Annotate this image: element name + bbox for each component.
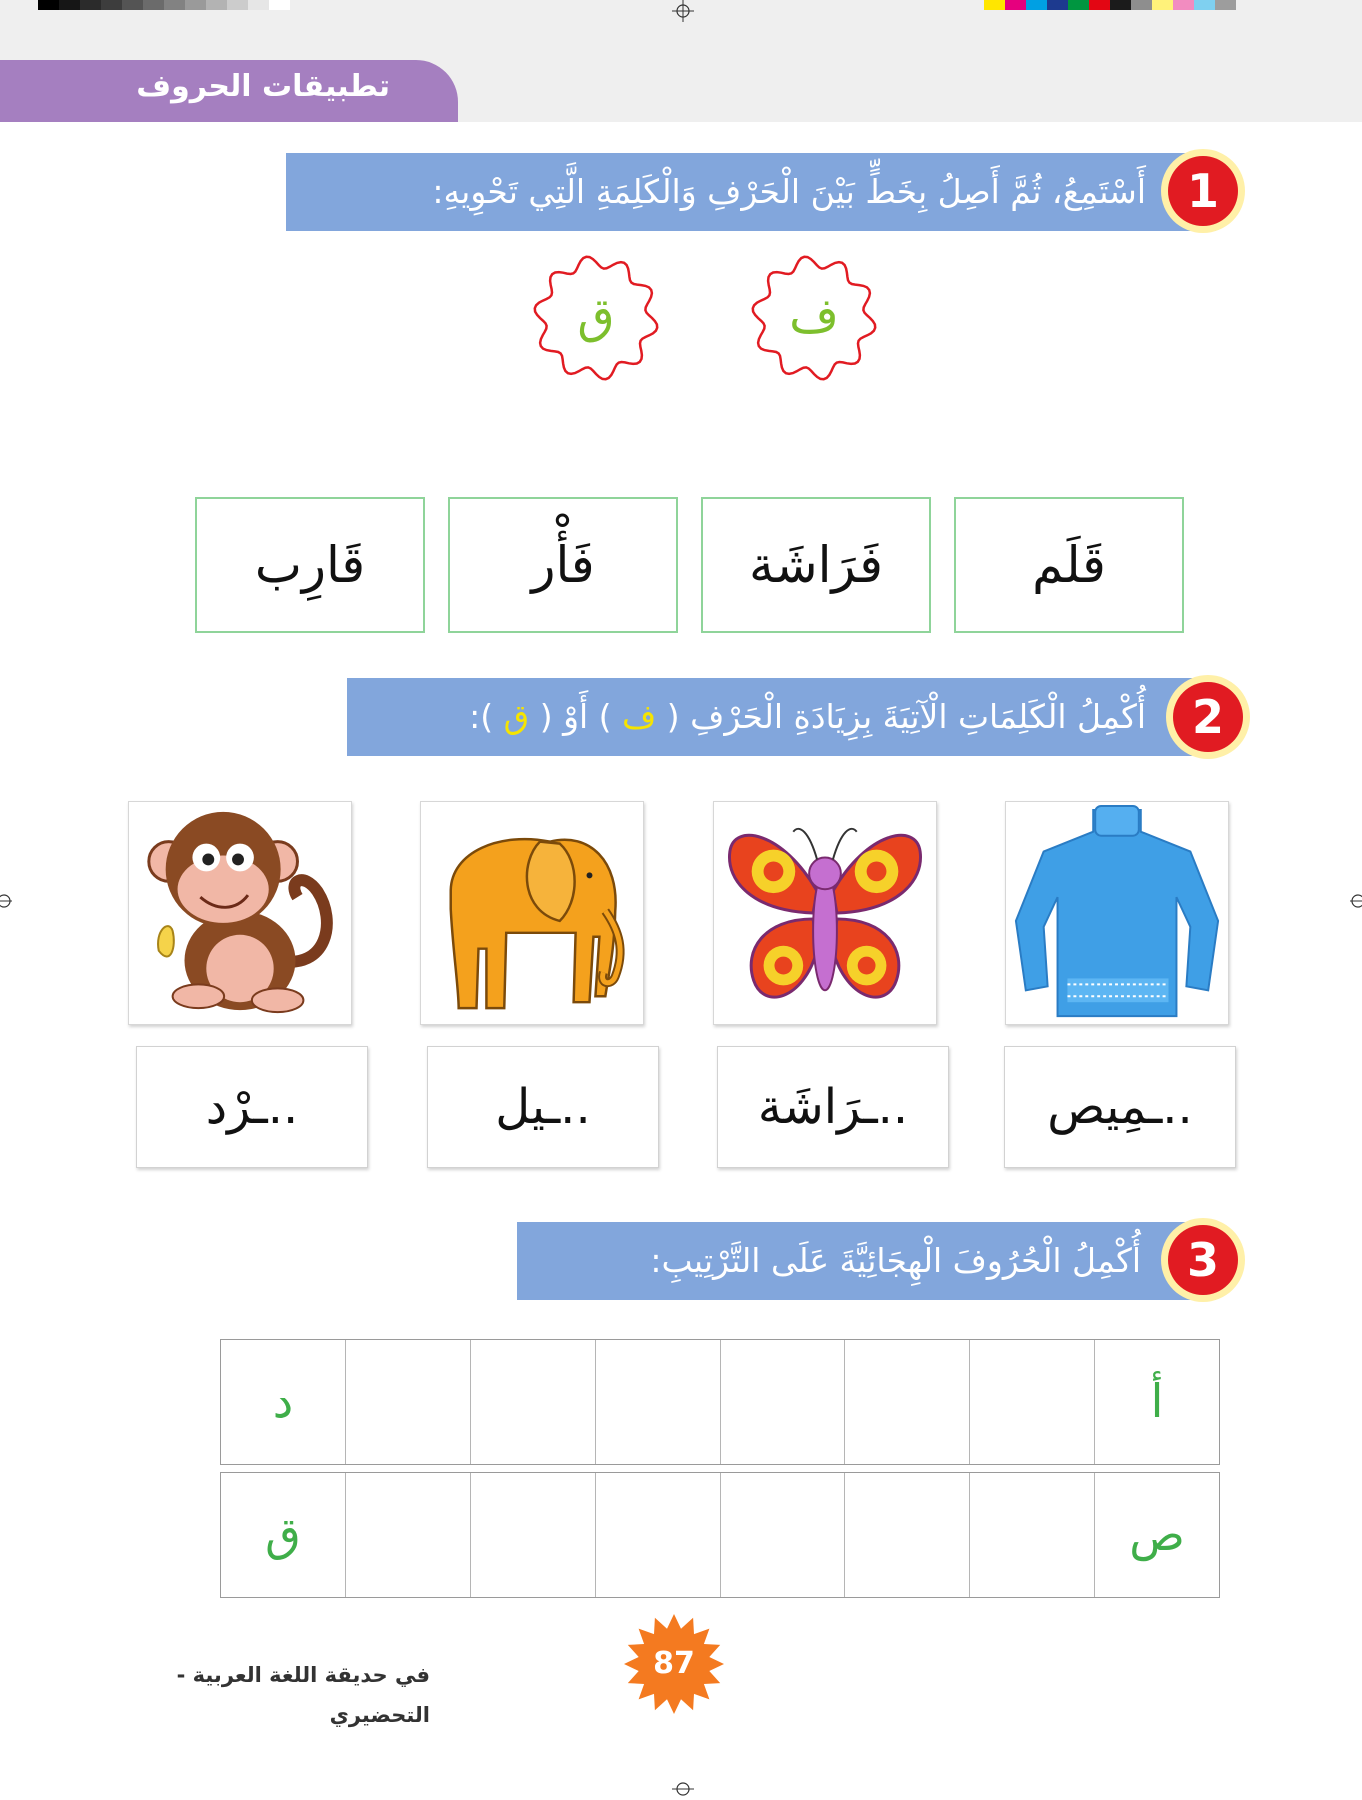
color-swatch [185, 0, 206, 10]
registration-mark-icon [0, 894, 12, 908]
letter-cell[interactable] [594, 1340, 720, 1464]
color-swatch [38, 0, 59, 10]
instruction-2-text-a: أُكْمِلُ الْكَلِمَاتِ الْآتِيَةَ بِزِيَا… [666, 697, 1146, 736]
book-title: في حديقة اللغة العربية - التحضيري [176, 1663, 430, 1727]
color-swatch [1089, 0, 1110, 10]
color-swatch [1215, 0, 1236, 10]
letter-cell: ق [265, 1507, 301, 1561]
color-swatch [1110, 0, 1131, 10]
exercise-number-badge: 2 [1166, 675, 1250, 759]
color-swatch [143, 0, 164, 10]
letter-cell[interactable] [469, 1340, 595, 1464]
page-number-badge: 87 [622, 1612, 726, 1716]
highlight-letter-fa: ف [622, 697, 657, 736]
flower-letter: ق [577, 288, 615, 344]
color-swatch [80, 0, 101, 10]
color-swatch [59, 0, 80, 10]
letter-cell: أ [1094, 1340, 1219, 1464]
sweater-image [1005, 801, 1229, 1025]
registration-mark-icon [672, 1782, 694, 1796]
blank-word-farasha[interactable]: ..ـرَاشَة [717, 1046, 949, 1168]
letter-cell[interactable] [969, 1340, 1094, 1464]
butterfly-image [713, 801, 937, 1025]
exercise-number: 1 [1168, 156, 1238, 226]
color-swatch [1173, 0, 1194, 10]
blank-word-qird[interactable]: ..ـرْد [136, 1046, 368, 1168]
flower-letter: ف [789, 288, 839, 344]
letter-cell[interactable] [344, 1340, 470, 1464]
letter-flower-qaf[interactable]: ق [530, 252, 662, 384]
word-box-qarib[interactable]: قَارِب [195, 497, 425, 633]
elephant-image [420, 801, 644, 1025]
color-swatch [1131, 0, 1152, 10]
letter-cell[interactable] [719, 1473, 845, 1597]
print-gray-swatches [38, 0, 290, 10]
letter-cell[interactable] [344, 1473, 470, 1597]
exercise-number-badge: 1 [1161, 149, 1245, 233]
page-title: تطبيقات الحروف [136, 69, 390, 104]
letter-cell: ص [1094, 1473, 1219, 1597]
exercise-number-badge: 3 [1161, 1218, 1245, 1302]
instruction-2-text-b: ) أَوْ ( [539, 697, 612, 736]
letter-cell[interactable] [719, 1340, 845, 1464]
exercise-number: 3 [1168, 1225, 1238, 1295]
print-color-swatches [984, 0, 1236, 10]
monkey-image [128, 801, 352, 1025]
word-box-qalam[interactable]: قَلَم [954, 497, 1184, 633]
instruction-2-text-c: ): [469, 697, 494, 736]
letter-cell[interactable] [844, 1473, 969, 1597]
color-swatch [1152, 0, 1173, 10]
letter-flower-fa[interactable]: ف [748, 252, 880, 384]
color-swatch [1194, 0, 1215, 10]
alphabet-row-2: صق [220, 1472, 1220, 1598]
instruction-3: أُكْمِلُ الْحُرُوفَ الْهِجَائِيَّةَ عَلَ… [650, 1241, 1141, 1280]
color-swatch [269, 0, 290, 10]
instruction-1: أَسْتَمِعُ، ثُمَّ أَصِلُ بِخَطٍّ بَيْنَ … [432, 172, 1146, 211]
instruction-2: أُكْمِلُ الْكَلِمَاتِ الْآتِيَةَ بِزِيَا… [360, 678, 1146, 756]
registration-mark-icon [1350, 894, 1362, 908]
color-swatch [101, 0, 122, 10]
color-swatch [1005, 0, 1026, 10]
blank-word-qamis[interactable]: ..ـمِيص [1004, 1046, 1236, 1168]
color-swatch [984, 0, 1005, 10]
color-swatch [122, 0, 143, 10]
letter-cell[interactable] [594, 1473, 720, 1597]
color-swatch [248, 0, 269, 10]
color-swatch [1026, 0, 1047, 10]
page-number: 87 [653, 1646, 695, 1681]
blank-word-fil[interactable]: ..ـيل [427, 1046, 659, 1168]
color-swatch [227, 0, 248, 10]
alphabet-row-1: أد [220, 1339, 1220, 1465]
word-box-faar[interactable]: فَأْر [448, 497, 678, 633]
registration-mark-icon [672, 0, 694, 22]
word-box-farasha[interactable]: فَرَاشَة [701, 497, 931, 633]
color-swatch [206, 0, 227, 10]
highlight-letter-qaf: ق [503, 697, 530, 736]
letter-cell[interactable] [844, 1340, 969, 1464]
color-swatch [1068, 0, 1089, 10]
letter-cell[interactable] [469, 1473, 595, 1597]
exercise-number: 2 [1173, 682, 1243, 752]
letter-cell[interactable] [969, 1473, 1094, 1597]
color-swatch [1047, 0, 1068, 10]
color-swatch [164, 0, 185, 10]
letter-cell: د [272, 1374, 294, 1428]
